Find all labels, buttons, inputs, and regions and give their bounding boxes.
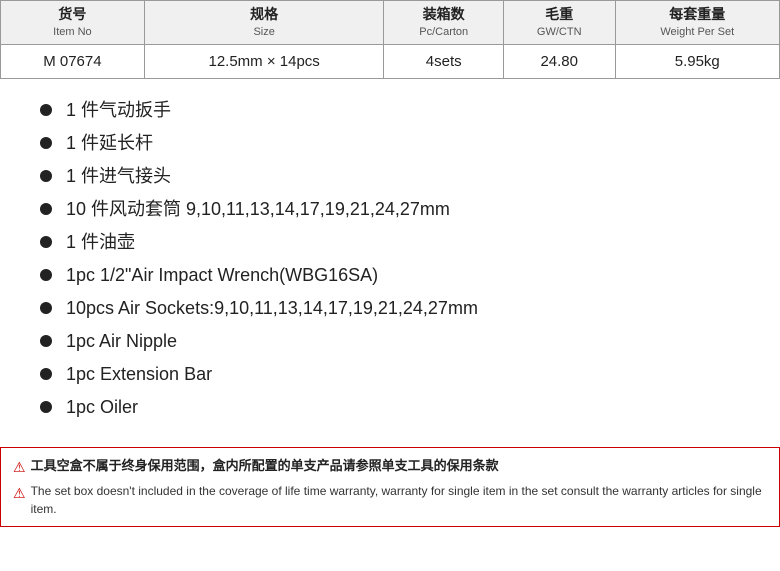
bullet-dot: [40, 236, 52, 248]
bullet-dot: [40, 368, 52, 380]
bullet-dot: [40, 203, 52, 215]
col-main-label-size: 规格: [153, 5, 376, 25]
col-main-label-weight-per-set: 每套重量: [624, 5, 771, 25]
bullet-text: 1 件延长杆: [66, 130, 153, 157]
warning-line-cn: ⚠ 工具空盒不属于终身保用范围，盒内所配置的单支产品请参照单支工具的保用条款: [13, 456, 767, 478]
list-item: 1pc Oiler: [40, 394, 750, 421]
cell-item-no: M 07674: [1, 44, 145, 78]
bullet-dot: [40, 104, 52, 116]
bullet-dot: [40, 335, 52, 347]
list-item: 1 件气动扳手: [40, 97, 750, 124]
bullet-dot: [40, 401, 52, 413]
col-main-label-item-no: 货号: [9, 5, 136, 25]
warning-icon-en: ⚠: [13, 483, 26, 504]
col-sub-label-item-no: Item No: [9, 25, 136, 40]
list-item: 1pc 1/2"Air Impact Wrench(WBG16SA): [40, 262, 750, 289]
bullet-text: 1 件油壶: [66, 229, 135, 256]
bullet-text: 1pc Oiler: [66, 394, 138, 421]
col-header-size: 规格 Size: [144, 1, 384, 45]
bullet-list: 1 件气动扳手 1 件延长杆 1 件进气接头 10 件风动套筒 9,10,11,13,…: [0, 79, 780, 437]
cell-size: 12.5mm × 14pcs: [144, 44, 384, 78]
list-item: 10pcs Air Sockets:9,10,11,13,14,17,19,21…: [40, 295, 750, 322]
bullet-text: 1 件气动扳手: [66, 97, 171, 124]
main-container: 货号 Item No 规格 Size 装箱数 Pc/Carton 毛重 GW/C…: [0, 0, 780, 527]
list-item: 1pc Air Nipple: [40, 328, 750, 355]
col-header-gw-ctn: 毛重 GW/CTN: [503, 1, 615, 45]
list-item: 1 件进气接头: [40, 163, 750, 190]
col-sub-label-gw-ctn: GW/CTN: [512, 25, 607, 40]
col-sub-label-pc-carton: Pc/Carton: [392, 25, 494, 40]
list-item: 1 件延长杆: [40, 130, 750, 157]
product-table: 货号 Item No 规格 Size 装箱数 Pc/Carton 毛重 GW/C…: [0, 0, 780, 79]
col-header-pc-carton: 装箱数 Pc/Carton: [384, 1, 503, 45]
cell-gw-ctn: 24.80: [503, 44, 615, 78]
col-sub-label-size: Size: [153, 25, 376, 40]
table-header-row: 货号 Item No 规格 Size 装箱数 Pc/Carton 毛重 GW/C…: [1, 1, 780, 45]
warning-icon-cn: ⚠: [13, 457, 26, 478]
warning-section: ⚠ 工具空盒不属于终身保用范围，盒内所配置的单支产品请参照单支工具的保用条款 ⚠…: [0, 447, 780, 527]
bullet-text: 10pcs Air Sockets:9,10,11,13,14,17,19,21…: [66, 295, 478, 322]
col-header-item-no: 货号 Item No: [1, 1, 145, 45]
col-sub-label-weight-per-set: Weight Per Set: [624, 25, 771, 40]
bullet-dot: [40, 269, 52, 281]
bullet-text: 1pc Air Nipple: [66, 328, 177, 355]
col-main-label-pc-carton: 装箱数: [392, 5, 494, 25]
bullet-dot: [40, 302, 52, 314]
col-main-label-gw-ctn: 毛重: [512, 5, 607, 25]
list-item: 10 件风动套筒 9,10,11,13,14,17,19,21,24,27mm: [40, 196, 750, 223]
list-item: 1pc Extension Bar: [40, 361, 750, 388]
cell-weight-per-set: 5.95kg: [615, 44, 779, 78]
col-header-weight-per-set: 每套重量 Weight Per Set: [615, 1, 779, 45]
list-item: 1 件油壶: [40, 229, 750, 256]
warning-text-en: The set box doesn't included in the cove…: [31, 482, 767, 518]
bullet-text: 1pc 1/2"Air Impact Wrench(WBG16SA): [66, 262, 378, 289]
bullet-dot: [40, 170, 52, 182]
warning-text-cn: 工具空盒不属于终身保用范围，盒内所配置的单支产品请参照单支工具的保用条款: [31, 456, 499, 476]
bullet-text: 1pc Extension Bar: [66, 361, 212, 388]
bullet-text: 10 件风动套筒 9,10,11,13,14,17,19,21,24,27mm: [66, 196, 450, 223]
table-data-row: M 07674 12.5mm × 14pcs 4sets 24.80 5.95k…: [1, 44, 780, 78]
bullet-dot: [40, 137, 52, 149]
cell-pc-carton: 4sets: [384, 44, 503, 78]
warning-line-en: ⚠ The set box doesn't included in the co…: [13, 482, 767, 518]
bullet-text: 1 件进气接头: [66, 163, 171, 190]
